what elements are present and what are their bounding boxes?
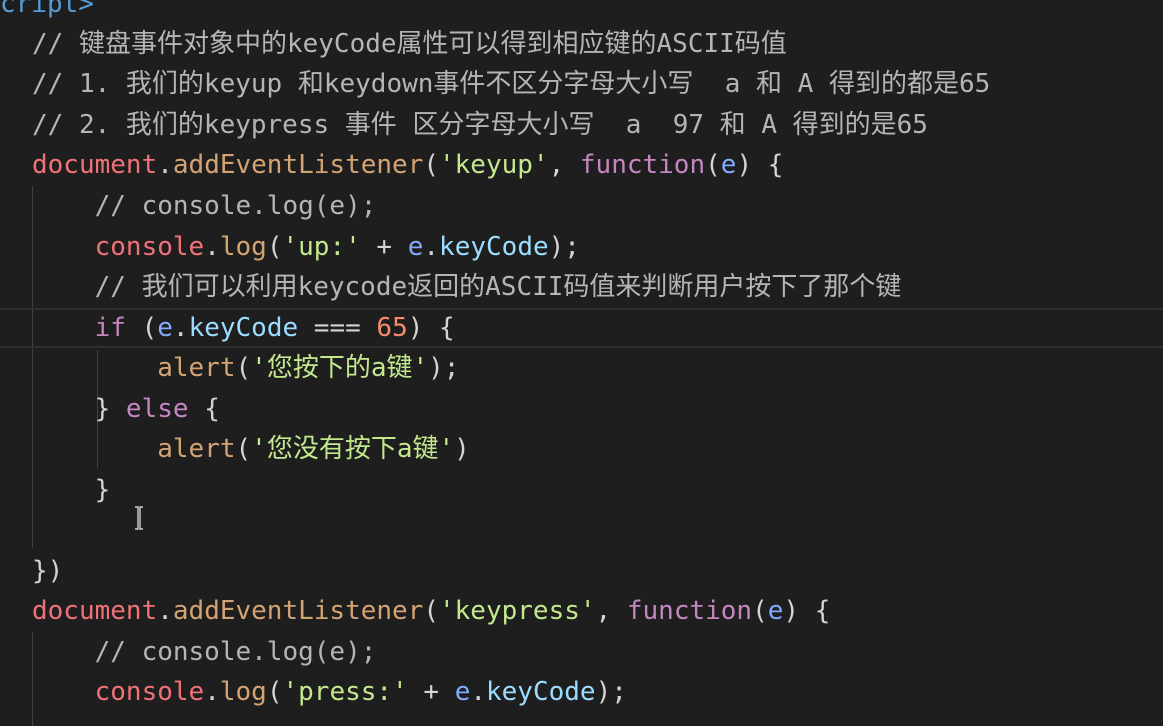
code-line[interactable]: } — [0, 470, 1163, 510]
code-token: ( — [235, 353, 252, 383]
text-ibeam-icon — [135, 506, 143, 530]
code-token: console — [94, 677, 205, 707]
code-token: cript> — [0, 0, 94, 19]
code-token: 'up:' — [282, 232, 361, 262]
code-token: // 键盘事件对象中的keyCode属性可以得到相应键的ASCII码值 — [32, 29, 787, 59]
code-token: e — [157, 313, 173, 343]
code-token: // 2. 我们的keypress 事件 区分字母大小写 a 97 和 A 得到… — [32, 110, 928, 140]
code-token: ( — [266, 677, 283, 707]
code-line[interactable]: console.log('up:' + e.keyCode); — [0, 227, 1163, 267]
code-line[interactable]: if (e.keyCode === 65) { — [0, 308, 1163, 348]
code-token: '您按下的a键' — [251, 353, 429, 383]
code-token: log — [219, 232, 267, 262]
code-token: ( — [752, 596, 768, 626]
code-token: ); — [428, 353, 460, 383]
code-token: ( — [266, 232, 283, 262]
code-line[interactable]: // 键盘事件对象中的keyCode属性可以得到相应键的ASCII码值 — [0, 24, 1163, 64]
code-token: e — [454, 677, 471, 707]
code-line[interactable]: // 1. 我们的keyup 和keydown事件不区分字母大小写 a 和 A … — [0, 64, 1163, 104]
code-token: addEventListener — [172, 596, 424, 626]
code-token: + — [360, 232, 408, 262]
code-token: alert — [157, 434, 236, 464]
code-token: ) { — [736, 150, 784, 180]
code-token: '您没有按下a键' — [251, 434, 455, 464]
code-token: } — [32, 394, 126, 424]
code-token: e — [407, 232, 424, 262]
code-line[interactable]: document.addEventListener('keypress', fu… — [0, 591, 1163, 631]
code-token: === — [298, 313, 377, 343]
code-token: ( — [125, 313, 158, 343]
code-token: { — [188, 394, 220, 424]
code-token: addEventListener — [172, 150, 424, 180]
code-token: . — [204, 677, 220, 707]
code-line[interactable]: cript> — [0, 0, 1163, 24]
code-token: document — [32, 596, 158, 626]
code-token: // console.log(e); — [32, 637, 377, 667]
code-line[interactable]: // 2. 我们的keypress 事件 区分字母大小写 a 97 和 A 得到… — [0, 105, 1163, 145]
code-token: ( — [235, 434, 252, 464]
code-token: keyCode — [439, 232, 549, 262]
code-token: . — [423, 232, 440, 262]
code-line[interactable]: }) — [0, 551, 1163, 591]
code-token: ); — [548, 232, 580, 262]
code-editor[interactable]: cript> // 键盘事件对象中的keyCode属性可以得到相应键的ASCII码… — [0, 0, 1163, 726]
code-token: . — [157, 150, 173, 180]
code-token: ) { — [407, 313, 455, 343]
code-token: ( — [423, 150, 439, 180]
code-token: ) { — [783, 596, 831, 626]
code-token: // console.log(e); — [32, 191, 377, 221]
code-token: else — [125, 394, 189, 424]
code-token: } — [32, 475, 111, 505]
code-token: alert — [157, 353, 236, 383]
code-line[interactable]: // console.log(e); — [0, 632, 1163, 672]
code-token: 'press:' — [282, 677, 408, 707]
code-token: e — [720, 150, 737, 180]
code-line[interactable]: } else { — [0, 389, 1163, 429]
code-token: keyCode — [486, 677, 596, 707]
code-token: + — [407, 677, 455, 707]
code-token: , — [595, 596, 627, 626]
code-token: e — [767, 596, 784, 626]
code-token: function — [579, 150, 706, 180]
code-token: log — [219, 677, 267, 707]
code-token: console — [94, 232, 205, 262]
code-token: function — [626, 596, 753, 626]
code-token: ) — [454, 434, 470, 464]
code-line[interactable] — [0, 510, 1163, 550]
code-token: // 我们可以利用keycode返回的ASCII码值来判断用户按下了那个键 — [32, 272, 902, 302]
code-token: }) — [32, 556, 64, 586]
code-line[interactable]: alert('您没有按下a键') — [0, 429, 1163, 469]
code-token: , — [548, 150, 580, 180]
code-token: 'keyup' — [439, 150, 549, 180]
code-token: 65 — [376, 313, 408, 343]
code-token: . — [470, 677, 486, 707]
code-line[interactable]: alert('您按下的a键'); — [0, 348, 1163, 388]
code-line[interactable]: console.log('press:' + e.keyCode); — [0, 672, 1163, 712]
code-token: ( — [705, 150, 721, 180]
code-token: ); — [595, 677, 627, 707]
code-line[interactable]: document.addEventListener('keyup', funct… — [0, 145, 1163, 185]
code-token: . — [172, 313, 189, 343]
code-token: 'keypress' — [439, 596, 596, 626]
code-token: . — [157, 596, 173, 626]
code-token: if — [94, 313, 126, 343]
code-token: keyCode — [188, 313, 299, 343]
code-token: // 1. 我们的keyup 和keydown事件不区分字母大小写 a 和 A … — [32, 69, 991, 99]
code-token: . — [204, 232, 220, 262]
code-token: ( — [423, 596, 439, 626]
code-token: document — [32, 150, 158, 180]
code-line[interactable]: // 我们可以利用keycode返回的ASCII码值来判断用户按下了那个键 — [0, 267, 1163, 307]
code-line[interactable]: // console.log(e); — [0, 186, 1163, 226]
